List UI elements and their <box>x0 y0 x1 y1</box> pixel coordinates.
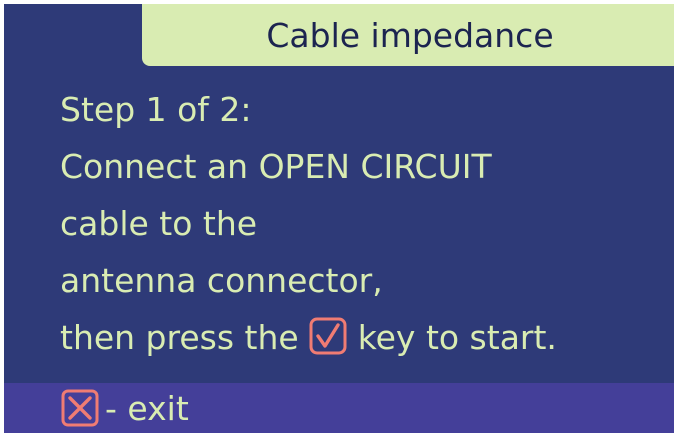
page-title: Cable impedance <box>266 15 554 55</box>
instruction-line-3: antenna connector, <box>60 261 383 300</box>
footer-bar: - exit <box>4 383 674 433</box>
instruction-line-4: then press the key to start. <box>60 309 654 366</box>
instruction-line-2: cable to the <box>60 204 258 243</box>
exit-hint: - exit <box>105 388 189 428</box>
title-bar: Cable impedance <box>142 4 674 66</box>
cable-impedance-screen: Cable impedance Step 1 of 2: Connect an … <box>0 0 678 437</box>
cross-key-icon <box>61 389 99 427</box>
instruction-line-4-end: key to start. <box>357 318 557 357</box>
instructions-panel: Step 1 of 2: Connect an OPEN CIRCUIT cab… <box>60 81 654 366</box>
step-indicator: Step 1 of 2: <box>60 90 252 129</box>
instruction-line-4-start: then press the <box>60 318 299 357</box>
check-key-icon <box>309 317 347 355</box>
instruction-line-1: Connect an OPEN CIRCUIT <box>60 147 492 186</box>
